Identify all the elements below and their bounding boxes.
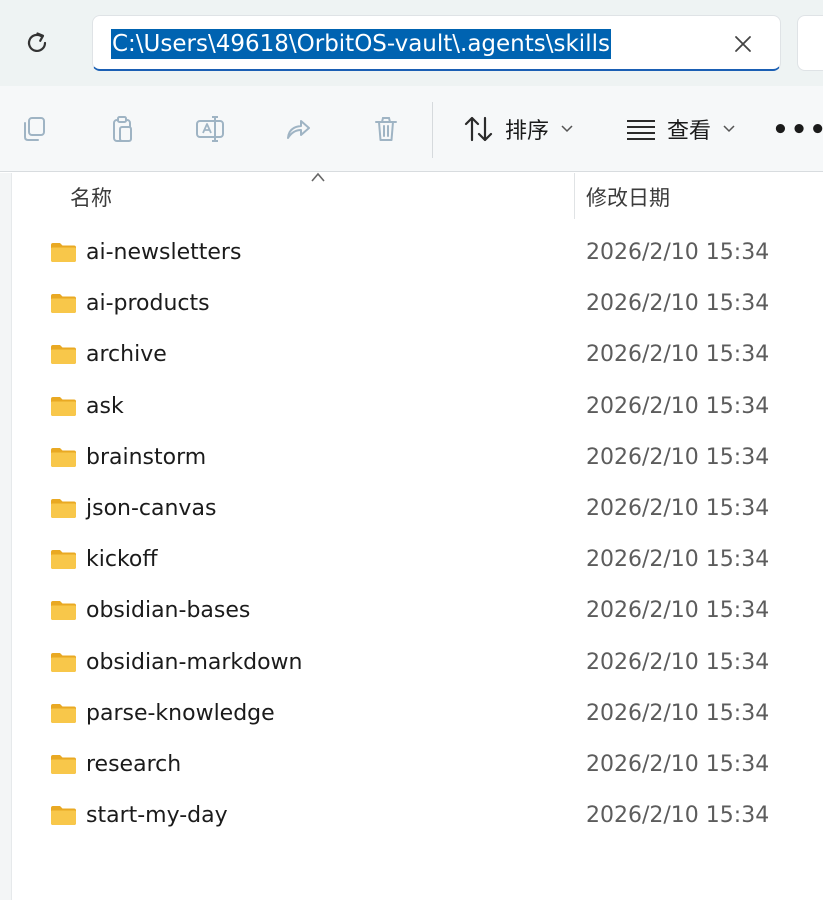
file-name: ai-newsletters (86, 240, 242, 265)
file-name: kickoff (86, 547, 158, 573)
file-name: brainstorm (86, 444, 207, 470)
view-dropdown[interactable]: 查看 (625, 108, 735, 150)
trash-icon (375, 117, 397, 141)
file-name: archive (86, 342, 167, 368)
file-row[interactable]: obsidian-markdown 2026/2/10 15:34 (12, 640, 823, 688)
sort-dropdown[interactable]: 排序 (463, 108, 573, 150)
chevron-down-icon (723, 125, 735, 133)
file-modified-date: 2026/2/10 15:34 (586, 803, 770, 829)
paste-icon (113, 116, 132, 142)
share-button[interactable] (280, 111, 316, 147)
file-modified-date: 2026/2/10 15:34 (586, 700, 770, 726)
folder-icon (51, 755, 76, 774)
address-strip: C:\Users\49618\OrbitOS-vault\.agents\ski… (0, 0, 823, 86)
column-divider[interactable] (574, 173, 575, 219)
file-modified-date: 2026/2/10 15:34 (586, 291, 770, 317)
file-modified-date: 2026/2/10 15:34 (586, 752, 770, 777)
file-modified-date: 2026/2/10 15:34 (586, 393, 770, 419)
file-name: obsidian-bases (86, 598, 251, 624)
file-row[interactable]: parse-knowledge 2026/2/10 15:34 (12, 691, 823, 739)
file-modified-date: 2026/2/10 15:34 (586, 496, 770, 521)
file-name: research (86, 752, 182, 777)
paste-button[interactable] (104, 111, 140, 147)
search-box[interactable] (797, 15, 823, 71)
file-row[interactable]: research 2026/2/10 15:34 (12, 742, 823, 790)
file-modified-date: 2026/2/10 15:34 (586, 240, 770, 265)
folder-icon (51, 447, 76, 467)
column-header-name[interactable]: 名称 (70, 183, 112, 213)
view-label: 查看 (667, 119, 712, 144)
folder-icon (51, 396, 76, 416)
file-modified-date: 2026/2/10 15:34 (586, 598, 770, 624)
file-name: obsidian-markdown (86, 649, 303, 675)
share-icon (287, 120, 310, 139)
refresh-button[interactable] (16, 22, 58, 64)
rename-icon (196, 116, 224, 142)
file-row[interactable]: archive 2026/2/10 15:34 (12, 332, 823, 380)
clear-address-button[interactable] (728, 29, 758, 59)
command-bar: 排序 查看 ••• (0, 86, 823, 172)
file-modified-date: 2026/2/10 15:34 (586, 547, 770, 573)
chevron-down-icon (561, 125, 573, 133)
folder-icon (51, 550, 76, 570)
copy-button[interactable] (16, 111, 52, 147)
navigation-pane-edge (0, 173, 12, 900)
file-row[interactable]: ai-newsletters 2026/2/10 15:34 (12, 230, 823, 278)
delete-button[interactable] (368, 111, 404, 147)
address-path-text[interactable]: C:\Users\49618\OrbitOS-vault\.agents\ski… (111, 29, 611, 59)
toolbar-separator (432, 102, 433, 158)
file-name: ask (86, 393, 124, 419)
file-row[interactable]: start-my-day 2026/2/10 15:34 (12, 793, 823, 841)
folder-icon (51, 806, 76, 826)
column-header-modified[interactable]: 修改日期 (586, 183, 670, 213)
rename-button[interactable] (192, 111, 228, 147)
file-name: json-canvas (86, 496, 217, 521)
file-row[interactable]: kickoff 2026/2/10 15:34 (12, 537, 823, 585)
folder-icon (51, 345, 76, 365)
file-modified-date: 2026/2/10 15:34 (586, 444, 770, 470)
more-icon: ••• (772, 115, 823, 145)
file-modified-date: 2026/2/10 15:34 (586, 649, 770, 675)
refresh-icon (27, 32, 47, 52)
file-row[interactable]: ai-products 2026/2/10 15:34 (12, 281, 823, 329)
sort-ascending-icon (311, 172, 325, 182)
folder-icon (51, 703, 76, 723)
folder-icon (51, 601, 76, 621)
copy-icon (24, 117, 45, 141)
file-row[interactable]: json-canvas 2026/2/10 15:34 (12, 486, 823, 534)
file-row[interactable]: brainstorm 2026/2/10 15:34 (12, 435, 823, 483)
more-options-button[interactable]: ••• (772, 112, 823, 148)
folder-icon (51, 243, 76, 262)
file-row[interactable]: ask 2026/2/10 15:34 (12, 384, 823, 432)
list-view-icon (627, 120, 655, 140)
folder-icon (51, 652, 76, 672)
file-name: start-my-day (86, 803, 228, 829)
sort-icon (464, 116, 493, 142)
file-list: 名称 修改日期 ai-newsletters 2026/2/10 15:34 ai-… (0, 172, 823, 900)
folder-icon (51, 499, 76, 518)
folder-icon (51, 294, 76, 314)
address-bar[interactable]: C:\Users\49618\OrbitOS-vault\.agents\ski… (92, 15, 781, 71)
file-name: ai-products (86, 291, 210, 317)
file-modified-date: 2026/2/10 15:34 (586, 342, 770, 368)
file-explorer-window: C:\Users\49618\OrbitOS-vault\.agents\ski… (0, 0, 823, 900)
file-name: parse-knowledge (86, 700, 275, 726)
file-row[interactable]: obsidian-bases 2026/2/10 15:34 (12, 588, 823, 636)
close-icon (735, 36, 751, 52)
sort-label: 排序 (505, 119, 550, 144)
